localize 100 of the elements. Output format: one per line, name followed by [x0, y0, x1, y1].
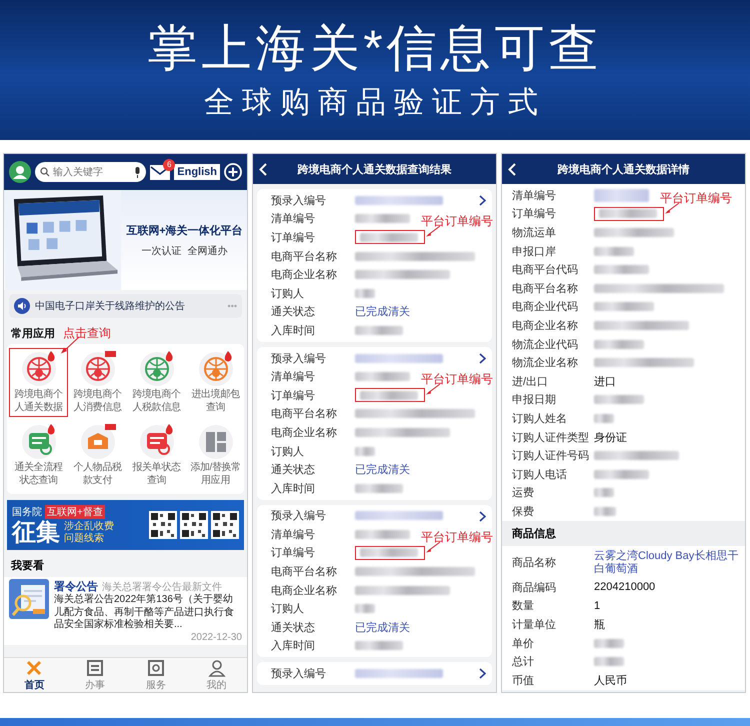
nav-icon — [208, 658, 226, 676]
redacted-value — [355, 641, 403, 650]
redacted-value — [599, 209, 657, 218]
result-card[interactable]: 预录入编号 清单编号 订单编号 平台订单编号 电商平台名称 电商企业名称 订购人 通关状态 已完成清关 入库时间 — [257, 189, 492, 342]
promo-banner[interactable]: 互联网+海关一体化平台 一次认证 全网通办 — [4, 190, 247, 290]
nav-tab[interactable]: 办事 — [64, 658, 126, 692]
chevron-right-icon[interactable] — [479, 510, 486, 522]
app-shortcut[interactable]: 跨境电商个人税款信息 — [127, 348, 186, 417]
nav-tab[interactable]: 首页 — [4, 658, 65, 692]
redacted-value — [594, 470, 649, 479]
avatar-icon[interactable] — [9, 161, 31, 183]
field-label: 入库时间 — [271, 638, 316, 654]
field-label: 预录入编号 — [271, 667, 327, 682]
app-icon — [20, 424, 56, 460]
search-icon — [40, 167, 50, 177]
ad-text: 问题线索 — [64, 533, 105, 545]
add-icon[interactable] — [224, 163, 242, 181]
app-shortcut[interactable]: 进出境邮包查询 — [186, 348, 245, 417]
annotation-label: 点击查询 — [63, 324, 111, 342]
field-label: 订单编号 — [271, 388, 316, 403]
chevron-right-icon[interactable] — [479, 352, 486, 364]
redacted-value — [594, 657, 624, 666]
field-value: 2204210000 — [594, 581, 656, 594]
field-value: 身份证 — [594, 430, 627, 445]
ad-headline: 征集 — [12, 521, 60, 545]
field-label: 入库时间 — [271, 324, 316, 338]
redacted-value — [594, 302, 654, 312]
field-label: 入库时间 — [271, 482, 316, 496]
back-icon[interactable] — [508, 162, 516, 176]
news-item[interactable]: 署令公告 海关总署署令公告最新文件 海关总署公告2022年第136号（关于婴幼儿配方食品、再制干酪等产品进口执行食品安全国家标准检验相关要... 2022-12-30 — [4, 577, 247, 644]
field-label: 电商平台名称 — [512, 282, 579, 296]
ad-text: 涉企乱收费 — [64, 521, 114, 532]
field-value: 已完成清关 — [355, 620, 410, 635]
app-icon — [138, 424, 174, 460]
qr-code-icon — [211, 511, 239, 539]
news-source: 海关总署署令公告最新文件 — [102, 580, 222, 594]
app-shortcut[interactable]: 报关单状态查询 — [127, 421, 186, 490]
field-label: 电商企业名称 — [271, 426, 338, 440]
field-label: 商品名称 — [512, 556, 557, 570]
app-icon — [138, 351, 174, 387]
ad-source: 国务院 — [12, 506, 42, 519]
field-label: 通关状态 — [271, 462, 316, 478]
app-shortcut[interactable]: 跨境电商个人通关数据 — [9, 348, 68, 417]
field-label: 订购人电话 — [512, 468, 568, 482]
redacted-value — [355, 288, 375, 298]
field-label: 订购人 — [271, 602, 305, 616]
chevron-right-icon[interactable] — [479, 195, 486, 206]
redacted-value — [594, 395, 644, 404]
nav-tab[interactable]: 服务 — [126, 658, 186, 692]
field-label: 清单编号 — [512, 188, 557, 203]
field-label: 预录入编号 — [271, 509, 327, 524]
field-label: 电商企业名称 — [271, 268, 338, 282]
section-title: 商品信息 — [502, 520, 745, 546]
screen-title: 跨境电商个人通关数据查询结果 — [296, 162, 452, 176]
field-label: 币值 — [512, 674, 535, 688]
field-label: 物流运单 — [512, 226, 557, 240]
annotation-label: 平台订单编号 — [421, 213, 493, 230]
result-card[interactable]: 预录入编号 清单编号 订单编号 平台订单编号 电商平台名称 电商企业名称 订购人 通关状态 已完成清关 入库时间 — [257, 346, 492, 500]
field-label: 订购人姓名 — [512, 412, 568, 426]
redacted-value — [360, 232, 418, 242]
field-value: 已完成清关 — [355, 462, 410, 478]
banner-subtitle: 全球购商品验证方式 — [204, 86, 546, 119]
microphone-icon[interactable] — [134, 166, 142, 178]
app-shortcut[interactable]: 个人物品税款支付 — [68, 421, 127, 490]
nav-tab[interactable]: 我的 — [186, 658, 247, 692]
field-label: 订购人 — [271, 444, 305, 459]
news-category: 署令公告 — [54, 580, 98, 594]
redacted-value — [594, 638, 624, 648]
section-title: 常用应用 — [11, 326, 55, 340]
redacted-value — [594, 340, 644, 349]
field-label: 进/出口 — [512, 374, 550, 389]
ad-tag: 互联网+督查 — [45, 505, 105, 519]
chevron-right-icon[interactable] — [479, 668, 486, 680]
app-shortcut[interactable]: 跨境电商个人消费信息 — [68, 348, 127, 417]
field-label: 通关状态 — [271, 304, 316, 320]
result-card[interactable]: 预录入编号 — [257, 662, 492, 685]
field-label: 电商平台名称 — [271, 250, 338, 264]
notice-bar[interactable]: 中国电子口岸关于线路维护的公告 ••• — [9, 294, 242, 318]
back-icon[interactable] — [259, 162, 267, 176]
notice-text: 中国电子口岸关于线路维护的公告 — [35, 300, 186, 313]
redacted-value — [360, 548, 418, 558]
field-value: 瓶 — [594, 618, 605, 632]
app-shortcut[interactable]: 添加/替换常用应用 — [186, 421, 245, 490]
field-label: 商品编码 — [512, 580, 557, 595]
redacted-value — [355, 484, 403, 493]
app-shortcut[interactable]: 通关全流程状态查询 — [9, 421, 68, 490]
field-label: 电商企业代码 — [512, 300, 579, 314]
language-button[interactable]: English — [174, 164, 220, 180]
field-label: 预录入编号 — [271, 352, 327, 366]
redacted-value — [594, 488, 614, 498]
redacted-value — [594, 506, 616, 516]
field-label: 电商平台名称 — [271, 406, 338, 422]
field-label: 运费 — [512, 486, 535, 500]
redacted-value — [594, 414, 614, 423]
redacted-value — [355, 446, 375, 456]
field-label: 数量 — [512, 599, 535, 614]
nav-icon — [86, 658, 104, 676]
redacted-value — [355, 214, 410, 224]
field-value: 云雾之湾Cloudy Bay长相思干白葡萄酒 — [594, 548, 739, 577]
result-card[interactable]: 预录入编号 清单编号 订单编号 平台订单编号 电商平台名称 电商企业名称 订购人 通关状态 已完成清关 入库时间 — [257, 504, 492, 658]
